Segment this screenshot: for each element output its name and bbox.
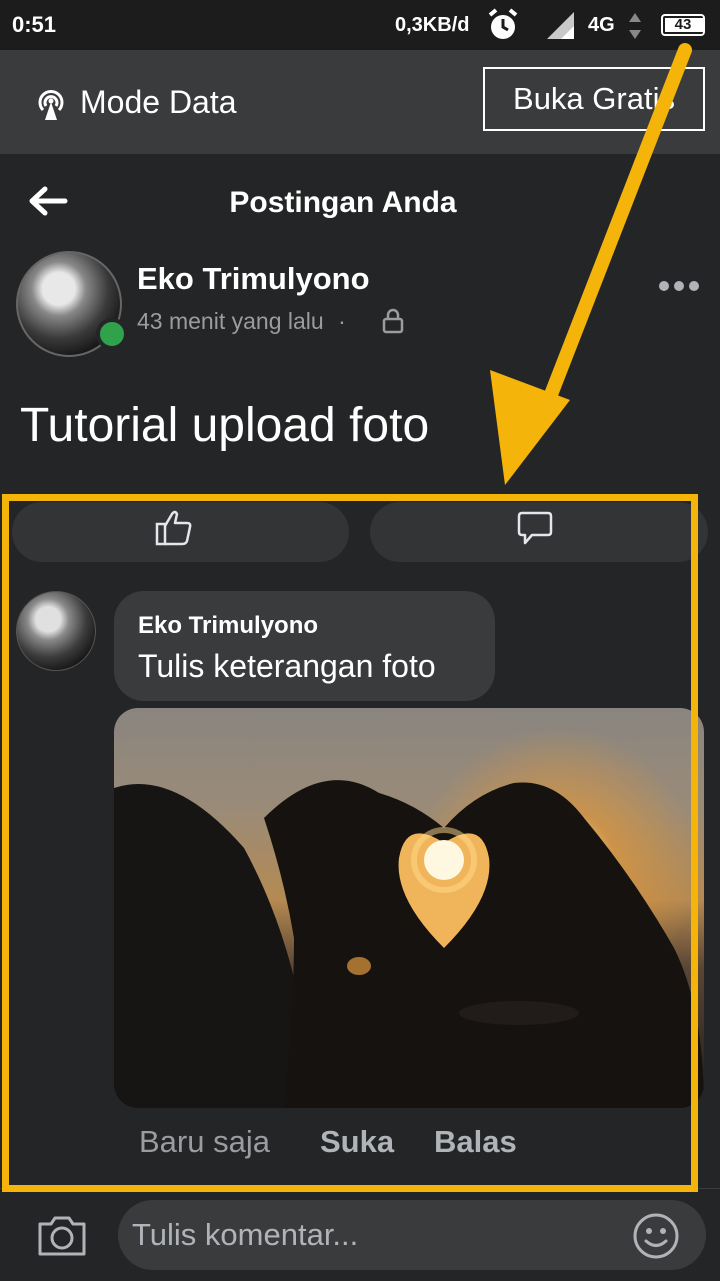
emoji-icon[interactable] xyxy=(632,1212,680,1260)
status-speed: 0,3KB/d xyxy=(395,14,470,36)
comment-input[interactable] xyxy=(118,1200,706,1270)
comment-reply-link[interactable]: Balas xyxy=(434,1124,517,1160)
camera-icon[interactable] xyxy=(36,1214,88,1258)
battery-level: 43 xyxy=(674,16,692,33)
online-status-dot xyxy=(96,318,128,350)
status-time: 0:51 xyxy=(12,12,57,37)
post-text: Tutorial upload foto xyxy=(20,399,430,452)
comment-like-link[interactable]: Suka xyxy=(320,1124,394,1160)
signal-icon xyxy=(547,12,574,39)
post-time-text: 43 menit yang lalu xyxy=(137,308,324,334)
comment-author-name[interactable]: Eko Trimulyono xyxy=(138,612,318,640)
network-type: 4G xyxy=(588,14,615,36)
thumbs-up-icon xyxy=(155,510,192,546)
comment-icon xyxy=(517,511,553,545)
data-arrows-icon xyxy=(629,13,641,39)
comment-button[interactable] xyxy=(370,502,708,562)
lock-icon xyxy=(382,308,404,334)
comment-photo[interactable] xyxy=(114,708,704,1108)
alarm-icon xyxy=(488,8,518,39)
like-button[interactable] xyxy=(12,502,349,562)
mode-data-label: Mode Data xyxy=(80,84,237,120)
battery-icon: 43 xyxy=(661,14,705,36)
comment-timestamp: Baru saja xyxy=(139,1124,270,1159)
heart-hands-sunset-photo xyxy=(114,780,704,1108)
annotation-arrow-icon xyxy=(490,43,692,485)
comment-author-avatar[interactable] xyxy=(16,591,96,671)
post-time-separator: · xyxy=(338,308,346,334)
post-author-name[interactable]: Eko Trimulyono xyxy=(137,261,370,297)
broadcast-icon xyxy=(38,90,64,120)
comment-text: Tulis keterangan foto xyxy=(138,648,436,684)
post-timestamp: 43 menit yang lalu · xyxy=(137,308,354,335)
